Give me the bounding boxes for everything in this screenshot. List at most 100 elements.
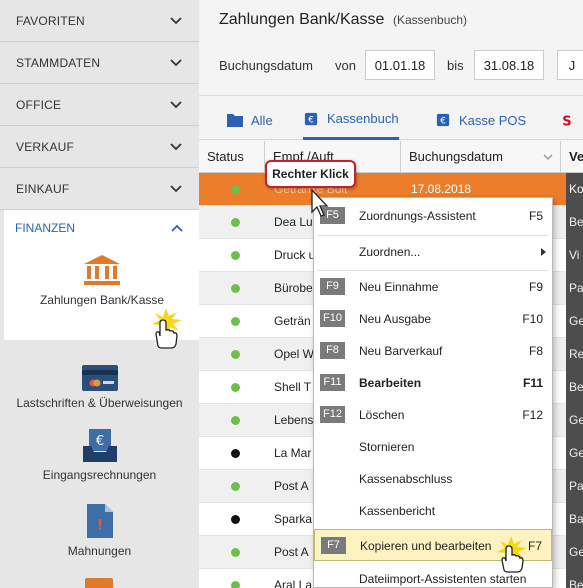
key-badge: F7 xyxy=(321,537,346,554)
status-dot-icon xyxy=(231,284,240,293)
cell-ver: Ge xyxy=(569,545,583,559)
pos-icon: € xyxy=(436,113,450,127)
column-status[interactable]: Status xyxy=(199,141,265,173)
to-date-input[interactable]: 31.08.18 xyxy=(474,50,544,80)
menu-item[interactable]: Zuordnen... xyxy=(314,236,552,268)
menu-item[interactable]: F7 Kopieren und bearbeiten F7 xyxy=(314,529,552,573)
tab-alle[interactable]: Alle xyxy=(227,100,273,140)
svg-text:€: € xyxy=(95,434,103,449)
tab-kasse-pos[interactable]: € Kasse POS xyxy=(435,100,526,140)
cell-empf: Sparka xyxy=(274,512,313,526)
cell-ver: Pa xyxy=(569,479,583,493)
cell-empf: La Mar xyxy=(274,446,312,460)
menu-item[interactable]: F5 Zuordnungs-Assistent F5 xyxy=(314,200,552,232)
cell-ver: Ge xyxy=(569,314,583,328)
sparkasse-icon: S xyxy=(562,114,571,127)
sidebar-item-eingangsrechnungen[interactable]: € Eingangsrechnungen xyxy=(0,428,199,482)
chevron-down-icon xyxy=(170,142,182,150)
cell-ver: Ba xyxy=(569,512,583,526)
to-label: bis xyxy=(447,58,464,73)
column-ver[interactable]: Ve xyxy=(561,141,583,173)
warning-document-icon: ! xyxy=(86,504,113,538)
status-dot-icon xyxy=(231,218,240,227)
menu-item-label: Neu Ausgabe xyxy=(359,312,432,326)
cell-ver: Be xyxy=(569,215,583,229)
menu-item-label: Neu Einnahme xyxy=(359,280,439,294)
sidebar-group-header[interactable]: FINANZEN xyxy=(4,210,200,246)
sidebar-item-mahnungen[interactable]: ! Mahnungen xyxy=(0,502,199,558)
sidebar-item-zahlungen[interactable]: Zahlungen Bank/Kasse xyxy=(4,254,200,307)
sidebar-group-label: FINANZEN xyxy=(15,221,75,235)
cell-empf: Shell T xyxy=(274,380,312,394)
svg-text:€: € xyxy=(308,115,314,125)
cell-ver: Be xyxy=(569,578,583,588)
svg-text:€: € xyxy=(440,117,446,127)
menu-item[interactable]: Dateiimport-Assistenten starten xyxy=(314,563,552,588)
status-dot-icon xyxy=(231,482,240,491)
menu-item-label: Bearbeiten xyxy=(359,376,422,390)
sidebar-group-finanzen: FINANZEN Zahlungen Bank/Kasse xyxy=(4,210,200,349)
status-dot-icon xyxy=(231,548,240,557)
key-badge: F9 xyxy=(320,278,345,295)
menu-item-label: Stornieren xyxy=(359,440,415,454)
menu-item-label: Kassenbericht xyxy=(359,504,436,518)
menu-item-shortcut: F5 xyxy=(528,209,543,223)
chevron-down-icon xyxy=(170,16,182,24)
menu-item-label: Löschen xyxy=(359,408,405,422)
cell-empf: Geträn xyxy=(274,314,311,328)
menu-item-label: Neu Barverkauf xyxy=(359,344,443,358)
status-dot-icon xyxy=(231,317,240,326)
nav-section-verkauf[interactable]: VERKAUF xyxy=(0,126,199,168)
sidebar-item-lastschriften[interactable]: Lastschriften & Überweisungen xyxy=(0,364,199,410)
nav-section-einkauf[interactable]: EINKAUF xyxy=(0,168,199,210)
menu-item[interactable]: F11 Bearbeiten F11 xyxy=(314,367,552,399)
nav-section-label: FAVORITEN xyxy=(16,13,85,28)
year-button[interactable]: J xyxy=(557,50,583,80)
menu-item[interactable]: F8 Neu Barverkauf F8 xyxy=(314,335,552,367)
status-dot-icon xyxy=(231,350,240,359)
sidebar-item-label: Mahnungen xyxy=(67,544,132,558)
cell-empf: Bürobe xyxy=(274,281,313,295)
status-dot-icon xyxy=(231,185,240,194)
svg-text:S: S xyxy=(562,114,571,127)
menu-item-label: Kopieren und bearbeiten xyxy=(360,539,492,553)
callout-label: Rechter Klick xyxy=(265,160,356,188)
menu-item[interactable]: Stornieren xyxy=(314,431,552,463)
menu-item[interactable]: F12 Löschen F12 xyxy=(314,399,552,431)
hand-cursor-icon xyxy=(152,308,182,349)
tab-sparkasse[interactable]: S xyxy=(559,100,583,140)
cell-ver: Be xyxy=(569,380,583,394)
nav-section-label: OFFICE xyxy=(16,97,62,112)
menu-item-label: Kassenabschluss xyxy=(359,472,453,486)
page-title: Zahlungen Bank/Kasse xyxy=(219,11,385,28)
menu-item[interactable]: Kassenbericht xyxy=(314,495,552,527)
from-date-input[interactable]: 01.01.18 xyxy=(365,50,435,80)
menu-item-label: Zuordnen... xyxy=(359,245,421,259)
sidebar-item-label: Lastschriften & Überweisungen xyxy=(16,396,183,410)
status-dot-icon xyxy=(231,251,240,260)
key-badge: F11 xyxy=(320,374,345,391)
menu-item[interactable]: Kassenabschluss xyxy=(314,463,552,495)
key-badge: F8 xyxy=(320,342,345,359)
cell-empf: Post A xyxy=(274,545,309,559)
column-buchungsdatum[interactable]: Buchungsdatum xyxy=(401,141,561,173)
nav-section-office[interactable]: OFFICE xyxy=(0,84,199,126)
menu-item[interactable]: F10 Neu Ausgabe F10 xyxy=(314,303,552,335)
status-dot-icon xyxy=(231,515,240,524)
cell-ver: Vi xyxy=(569,248,580,262)
page-subtitle: (Kassenbuch) xyxy=(393,13,468,27)
cashbook-icon: € xyxy=(304,112,318,125)
cell-ver: Re xyxy=(569,347,583,361)
nav-section-favoriten[interactable]: FAVORITEN xyxy=(0,0,199,42)
cell-ver: Ge xyxy=(569,446,583,460)
nav-section-stammdaten[interactable]: STAMMDATEN xyxy=(0,42,199,84)
tab-label: Kasse POS xyxy=(459,112,527,128)
tab-kassenbuch[interactable]: € Kassenbuch xyxy=(303,100,399,140)
cell-empf: Post A xyxy=(274,479,309,493)
menu-item[interactable]: F9 Neu Einnahme F9 xyxy=(314,271,552,303)
date-filter-label: Buchungsdatum xyxy=(219,58,313,73)
inbox-invoice-icon: € xyxy=(82,429,117,462)
nav-section-label: VERKAUF xyxy=(16,139,75,154)
cell-empf: Opel W xyxy=(274,347,315,361)
key-badge: F10 xyxy=(320,310,345,327)
